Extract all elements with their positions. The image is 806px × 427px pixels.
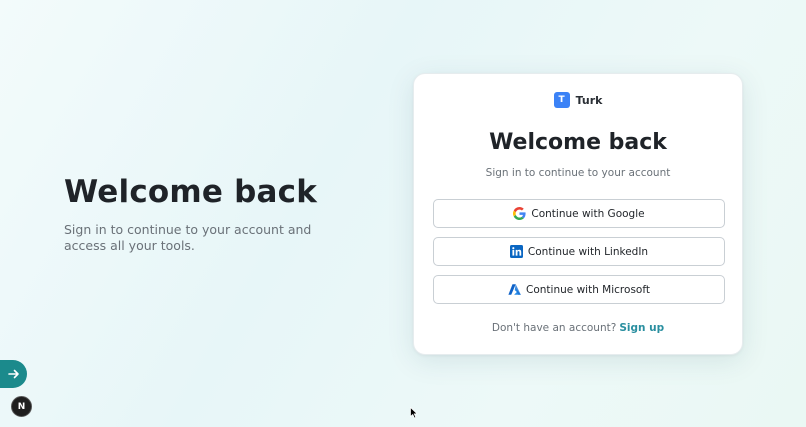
hero-subtitle: Sign in to continue to your account and … [64, 222, 312, 253]
card-title: Welcome back [489, 130, 667, 155]
google-icon [513, 207, 526, 220]
signup-footer: Don't have an account? Sign up [414, 322, 742, 334]
dev-tools-badge[interactable]: N [11, 396, 32, 417]
microsoft-signin-button[interactable]: Continue with Microsoft [433, 275, 725, 304]
brand-name: Turk [575, 93, 603, 107]
google-signin-button[interactable]: Continue with Google [433, 199, 725, 228]
card-subtitle: Sign in to continue to your account [485, 167, 671, 179]
signup-prompt: Don't have an account? [491, 322, 617, 334]
brand: T Turk [414, 92, 742, 108]
google-button-label: Continue with Google [531, 207, 645, 220]
hero-section: Welcome back Sign in to continue to your… [64, 174, 354, 254]
arrow-right-icon [7, 369, 19, 379]
signup-link[interactable]: Sign up [619, 322, 664, 334]
brand-logo: T [553, 92, 570, 108]
next-button[interactable] [0, 360, 27, 388]
cursor-icon [410, 407, 418, 419]
linkedin-signin-button[interactable]: Continue with LinkedIn [433, 237, 725, 266]
linkedin-button-label: Continue with LinkedIn [527, 245, 649, 258]
signin-card: T Turk Welcome back Sign in to continue … [413, 73, 743, 355]
linkedin-icon [509, 245, 523, 258]
microsoft-azure-icon [508, 284, 521, 295]
hero-title: Welcome back [64, 174, 318, 210]
microsoft-button-label: Continue with Microsoft [526, 283, 650, 296]
